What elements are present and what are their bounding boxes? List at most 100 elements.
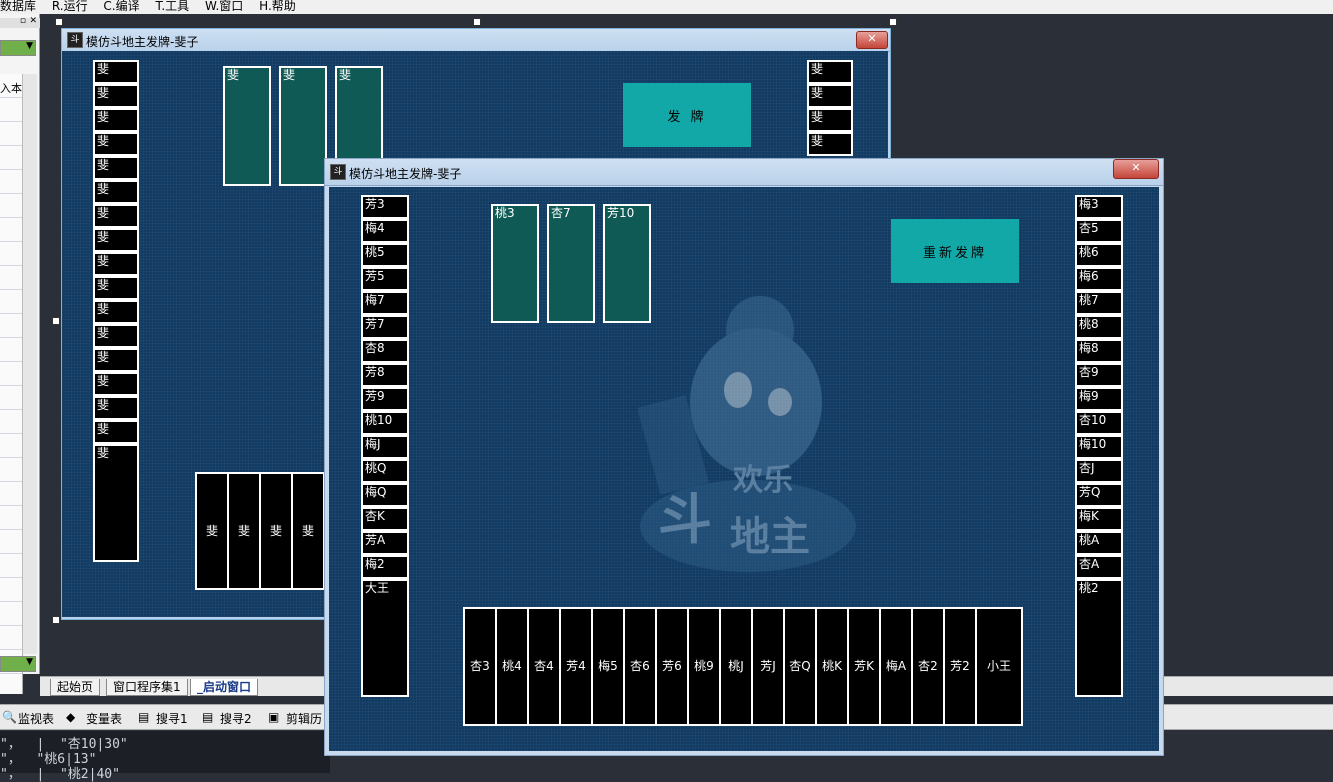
tab-window-assembly[interactable]: 窗口程序集1 bbox=[106, 679, 188, 696]
card[interactable]: 桃2 bbox=[1075, 579, 1123, 697]
card[interactable]: 桃K bbox=[815, 607, 849, 726]
card[interactable]: 杏2 bbox=[911, 607, 945, 726]
card[interactable]: 梅2 bbox=[361, 555, 409, 579]
card[interactable]: 斐 bbox=[807, 84, 853, 108]
menu-tools[interactable]: T.工具 bbox=[155, 0, 189, 13]
card[interactable]: 斐 bbox=[807, 132, 853, 156]
card[interactable]: 芳2 bbox=[943, 607, 977, 726]
card[interactable]: 斐 bbox=[93, 84, 139, 108]
card[interactable]: 斐 bbox=[93, 60, 139, 84]
card[interactable]: 斐 bbox=[227, 472, 261, 590]
card[interactable]: 桃J bbox=[719, 607, 753, 726]
scrollbar[interactable] bbox=[22, 74, 37, 654]
card[interactable]: 斐 bbox=[93, 396, 139, 420]
card[interactable]: 桃6 bbox=[1075, 243, 1123, 267]
card[interactable]: 桃4 bbox=[495, 607, 529, 726]
resize-handle[interactable] bbox=[52, 317, 60, 325]
card[interactable]: 桃8 bbox=[1075, 315, 1123, 339]
restore-icon[interactable]: ▫ bbox=[20, 16, 26, 26]
card[interactable]: 杏K bbox=[361, 507, 409, 531]
card[interactable]: 斐 bbox=[259, 472, 293, 590]
card[interactable]: 芳J bbox=[751, 607, 785, 726]
card[interactable]: 杏4 bbox=[527, 607, 561, 726]
dropdown-bottom[interactable]: ▼ bbox=[0, 656, 36, 672]
card[interactable]: 杏8 bbox=[361, 339, 409, 363]
close-button[interactable]: ✕ bbox=[1113, 159, 1159, 179]
designer-titlebar[interactable]: 斗 模仿斗地主发牌-斐子 ✕ bbox=[62, 29, 890, 52]
close-button[interactable]: ✕ bbox=[856, 31, 888, 49]
redeal-button[interactable]: 重新发牌 bbox=[891, 219, 1019, 283]
card[interactable]: 杏9 bbox=[1075, 363, 1123, 387]
card[interactable]: 桃A bbox=[1075, 531, 1123, 555]
card[interactable]: 杏Q bbox=[783, 607, 817, 726]
tab-start-page[interactable]: 起始页 bbox=[50, 679, 101, 696]
card[interactable]: 芳9 bbox=[361, 387, 409, 411]
card[interactable]: 斐 bbox=[93, 204, 139, 228]
search2-tab[interactable]: 搜寻2 bbox=[220, 710, 252, 727]
card[interactable]: 斐 bbox=[93, 252, 139, 276]
card[interactable]: 斐 bbox=[93, 108, 139, 132]
card[interactable]: 杏3 bbox=[463, 607, 497, 726]
card[interactable]: 芳A bbox=[361, 531, 409, 555]
card[interactable]: 芳7 bbox=[361, 315, 409, 339]
card[interactable]: 梅4 bbox=[361, 219, 409, 243]
card[interactable]: 桃5 bbox=[361, 243, 409, 267]
card[interactable]: 斐 bbox=[93, 180, 139, 204]
card[interactable]: 芳5 bbox=[361, 267, 409, 291]
tab-startup-window[interactable]: _启动窗口 bbox=[190, 679, 259, 696]
menu-window[interactable]: W.窗口 bbox=[205, 0, 243, 13]
card[interactable]: 斐 bbox=[93, 156, 139, 180]
card[interactable]: 芳6 bbox=[655, 607, 689, 726]
card[interactable]: 芳3 bbox=[361, 195, 409, 219]
menu-run[interactable]: R.运行 bbox=[52, 0, 88, 13]
card[interactable]: 大王 bbox=[361, 579, 409, 697]
card[interactable]: 杏J bbox=[1075, 459, 1123, 483]
card[interactable]: 杏5 bbox=[1075, 219, 1123, 243]
card[interactable]: 桃10 bbox=[361, 411, 409, 435]
card[interactable]: 斐 bbox=[223, 66, 271, 186]
card[interactable]: 芳Q bbox=[1075, 483, 1123, 507]
card[interactable]: 芳8 bbox=[361, 363, 409, 387]
card[interactable]: 斐 bbox=[279, 66, 327, 186]
menu-help[interactable]: H.帮助 bbox=[259, 0, 296, 13]
resize-handle[interactable] bbox=[473, 18, 481, 26]
card[interactable]: 斐 bbox=[195, 472, 229, 590]
card[interactable]: 斐 bbox=[93, 324, 139, 348]
card[interactable]: 梅3 bbox=[1075, 195, 1123, 219]
card[interactable]: 斐 bbox=[93, 444, 139, 562]
card[interactable]: 桃Q bbox=[361, 459, 409, 483]
card[interactable]: 杏A bbox=[1075, 555, 1123, 579]
card[interactable]: 梅6 bbox=[1075, 267, 1123, 291]
close-icon[interactable]: ✕ bbox=[29, 16, 37, 26]
card[interactable]: 斐 bbox=[291, 472, 325, 590]
card[interactable]: 桃7 bbox=[1075, 291, 1123, 315]
card[interactable]: 梅A bbox=[879, 607, 913, 726]
menu-database[interactable]: 数据库 bbox=[0, 0, 36, 13]
card[interactable]: 梅K bbox=[1075, 507, 1123, 531]
card[interactable]: 梅J bbox=[361, 435, 409, 459]
card[interactable]: 梅7 bbox=[361, 291, 409, 315]
resize-handle[interactable] bbox=[889, 18, 897, 26]
card[interactable]: 梅Q bbox=[361, 483, 409, 507]
card[interactable]: 斐 bbox=[93, 372, 139, 396]
watch-tab[interactable]: 监视表 bbox=[18, 710, 54, 727]
card[interactable]: 桃9 bbox=[687, 607, 721, 726]
dropdown[interactable]: ▼ bbox=[0, 40, 36, 56]
card[interactable]: 杏6 bbox=[623, 607, 657, 726]
card[interactable]: 小王 bbox=[975, 607, 1023, 726]
card[interactable]: 芳4 bbox=[559, 607, 593, 726]
card[interactable]: 斐 bbox=[93, 228, 139, 252]
card[interactable]: 芳10 bbox=[603, 204, 651, 323]
card[interactable]: 斐 bbox=[93, 300, 139, 324]
clipboard-history-tab[interactable]: 剪辑历 bbox=[286, 710, 322, 727]
card[interactable]: 梅10 bbox=[1075, 435, 1123, 459]
card[interactable]: 斐 bbox=[93, 420, 139, 444]
card[interactable]: 桃3 bbox=[491, 204, 539, 323]
card[interactable]: 杏7 bbox=[547, 204, 595, 323]
card[interactable]: 斐 bbox=[93, 132, 139, 156]
deal-button[interactable]: 发 牌 bbox=[623, 83, 751, 147]
card[interactable]: 斐 bbox=[93, 348, 139, 372]
menu-compile[interactable]: C.编译 bbox=[103, 0, 139, 13]
card[interactable]: 斐 bbox=[93, 276, 139, 300]
card[interactable]: 斐 bbox=[807, 60, 853, 84]
